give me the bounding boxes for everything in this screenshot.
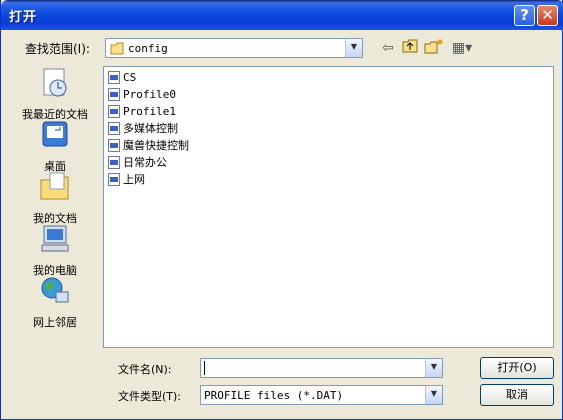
file-type-value: PROFILE files (*.DAT) bbox=[204, 389, 344, 402]
place-my-documents[interactable]: 我的文档 bbox=[15, 170, 95, 226]
file-list[interactable]: CS Profile0 Profile1 多媒体控制 魔兽快捷控制 日常办公 上… bbox=[103, 66, 554, 348]
file-icon bbox=[108, 87, 120, 101]
place-recent[interactable]: 我最近的文档 bbox=[15, 66, 95, 122]
file-name-label: 文件名(N): bbox=[118, 363, 172, 376]
file-icon bbox=[108, 155, 120, 169]
folder-icon bbox=[110, 42, 124, 55]
back-button[interactable]: ⇦ bbox=[378, 38, 398, 58]
list-item[interactable]: Profile1 bbox=[108, 103, 176, 119]
cancel-button[interactable]: 取消 bbox=[480, 384, 554, 406]
up-folder-button[interactable] bbox=[401, 38, 421, 58]
my-computer-icon bbox=[41, 225, 69, 252]
text-caret bbox=[204, 361, 205, 375]
open-dialog: 打开 ? ✕ 查找范围(I): config ▼ ⇦ ▦▾ 我最近的文档 桌面 … bbox=[0, 0, 563, 420]
up-folder-icon bbox=[402, 39, 418, 53]
list-item[interactable]: 上网 bbox=[108, 171, 145, 187]
file-icon bbox=[108, 138, 120, 152]
file-icon bbox=[108, 104, 120, 118]
chevron-down-icon[interactable]: ▼ bbox=[425, 386, 442, 404]
chevron-down-icon[interactable]: ▼ bbox=[425, 359, 442, 377]
desktop-icon bbox=[42, 121, 68, 147]
list-item[interactable]: 多媒体控制 bbox=[108, 120, 178, 136]
file-type-label: 文件类型(T): bbox=[118, 390, 182, 403]
close-button[interactable]: ✕ bbox=[537, 5, 558, 26]
open-button[interactable]: 打开(O) bbox=[480, 357, 554, 379]
new-folder-icon bbox=[424, 39, 443, 54]
file-icon bbox=[108, 172, 120, 186]
list-item[interactable]: 魔兽快捷控制 bbox=[108, 137, 189, 153]
network-icon bbox=[41, 277, 69, 303]
list-item[interactable]: Profile0 bbox=[108, 86, 176, 102]
place-desktop[interactable]: 桌面 bbox=[15, 118, 95, 174]
list-item[interactable]: 日常办公 bbox=[108, 154, 167, 170]
file-icon bbox=[108, 70, 120, 84]
views-menu-button[interactable]: ▦▾ bbox=[449, 38, 475, 58]
file-name-input[interactable]: ▼ bbox=[200, 358, 443, 378]
file-type-dropdown[interactable]: PROFILE files (*.DAT) ▼ bbox=[200, 385, 443, 405]
window-title: 打开 bbox=[9, 10, 38, 25]
chevron-down-icon[interactable]: ▼ bbox=[345, 39, 362, 57]
look-in-value: config bbox=[128, 42, 168, 55]
look-in-label: 查找范围(I): bbox=[25, 42, 90, 56]
place-network[interactable]: 网上邻居 bbox=[15, 274, 95, 330]
title-bar: 打开 ? ✕ bbox=[1, 0, 563, 30]
look-in-dropdown[interactable]: config ▼ bbox=[105, 38, 363, 58]
place-my-computer[interactable]: 我的电脑 bbox=[15, 222, 95, 278]
list-item[interactable]: CS bbox=[108, 69, 136, 85]
file-icon bbox=[108, 121, 120, 135]
new-folder-button[interactable] bbox=[424, 38, 444, 58]
recent-documents-icon bbox=[43, 68, 67, 97]
my-documents-icon bbox=[40, 172, 69, 200]
place-label: 网上邻居 bbox=[33, 316, 77, 329]
help-button[interactable]: ? bbox=[514, 5, 535, 26]
